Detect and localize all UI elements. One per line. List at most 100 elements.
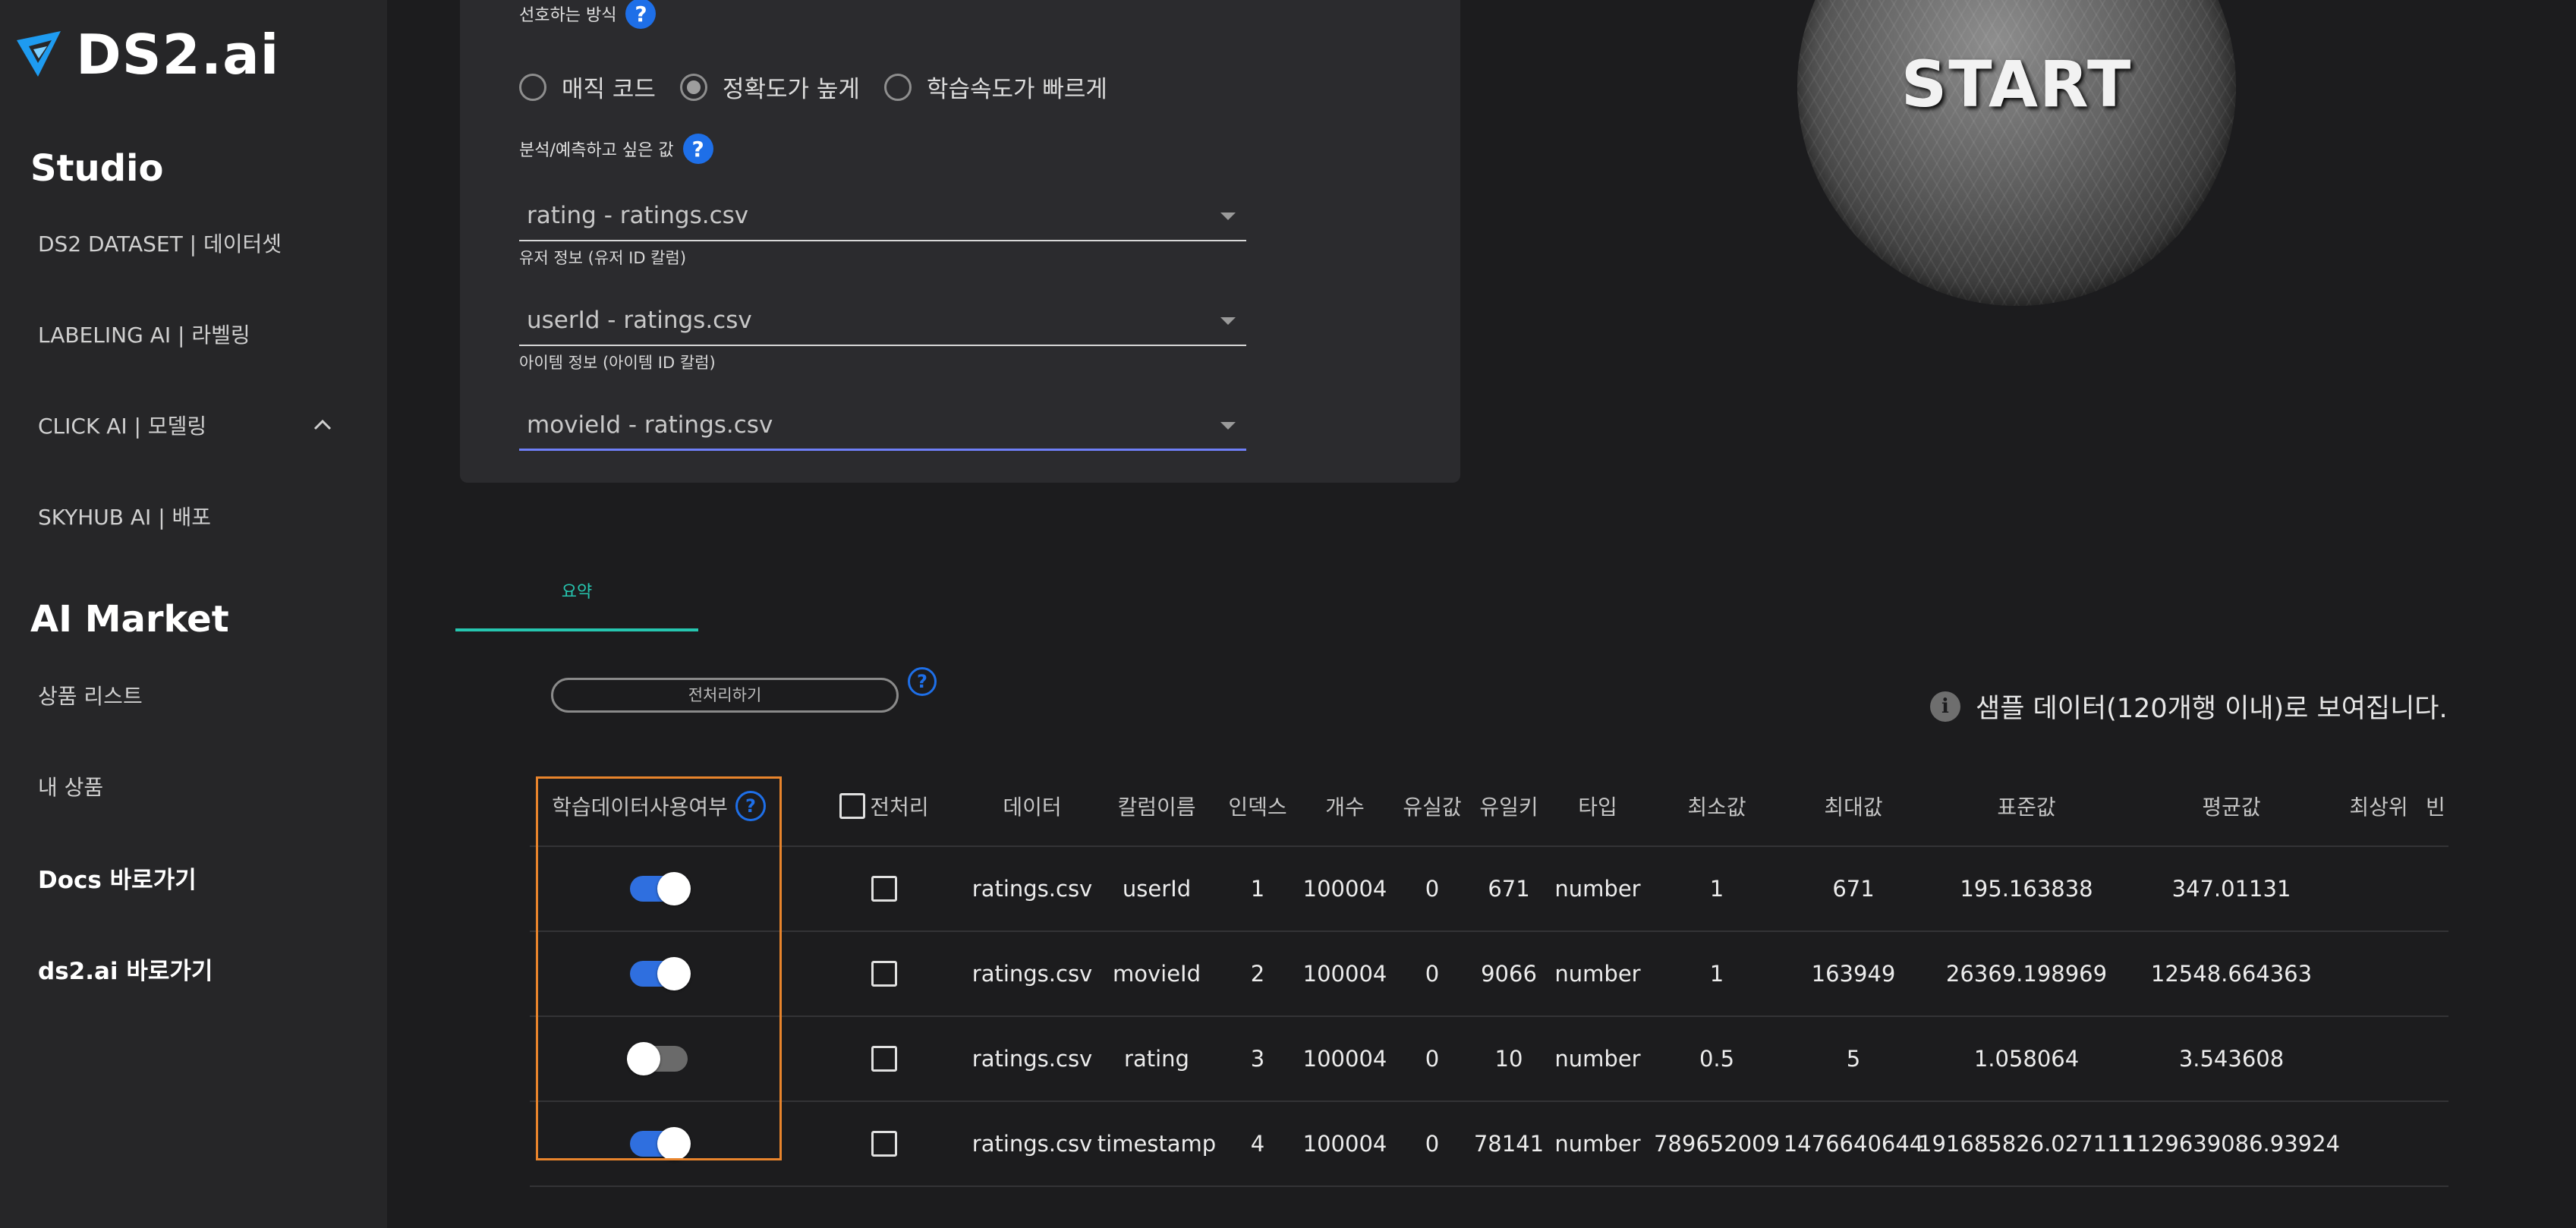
header-min: 최소값 [1687,795,1746,820]
cell-index: 1 [1250,876,1265,902]
header-missing: 유실값 [1403,795,1462,820]
target-select-value: rating - ratings.csv [527,202,749,229]
radio-fast-training[interactable]: 학습속도가 빠르게 [883,70,1107,104]
sidebar: DS2.ai Studio DS2 DATASET | 데이터셋 LABELIN… [0,0,387,1228]
cell-data: ratings.csv [972,961,1093,987]
sidebar-item-labeling-ai[interactable]: LABELING AI | 라벨링 [38,319,250,349]
cell-unique: 9066 [1481,961,1537,987]
cell-data: ratings.csv [972,1046,1093,1072]
cell-data: ratings.csv [972,876,1093,902]
cell-count: 100004 [1302,876,1387,902]
cell-unique: 10 [1494,1046,1523,1072]
method-label: 선호하는 방식 [519,6,617,25]
column-stats-table: 학습데이터사용여부 ? 전처리 데이터 칼럼이름 인덱스 개수 유실값 유일키 … [530,767,2448,1187]
brand-name: DS2.ai [76,23,280,87]
cell-type: number [1554,961,1641,987]
cell-column: userId [1122,876,1192,902]
preprocess-checkbox[interactable] [871,1131,897,1157]
target-select[interactable]: rating - ratings.csv [519,194,1246,241]
ds2-logo-icon [17,31,61,77]
radio-magic-code[interactable]: 매직 코드 [519,70,656,104]
preprocess-cell [835,932,934,1015]
sidebar-item-click-ai[interactable]: CLICK AI | 모델링 [38,410,206,440]
user-id-select[interactable]: userId - ratings.csv [519,299,1246,346]
cell-mean: 1129639086.93924 [2123,1131,2340,1157]
cell-std: 195.163838 [1960,876,2093,902]
radio-high-accuracy[interactable]: 정확도가 높게 [679,70,860,104]
item-id-select-value: movieId - ratings.csv [527,411,773,439]
help-icon[interactable]: ? [682,134,713,164]
preprocess-cell [835,1102,934,1185]
radio-checked-icon [679,73,707,101]
sample-notice-text: 샘플 데이터(120개행 이내)로 보여집니다. [1976,694,2448,724]
brand-logo[interactable]: DS2.ai [15,23,280,87]
table-row: ratings.csv movieId 2 100004 0 9066 numb… [530,932,2448,1017]
use-toggle-rating[interactable] [627,1042,688,1075]
cell-max: 163949 [1811,961,1896,987]
tab-summary[interactable]: 요약 [455,578,698,603]
preprocess-cell [835,1017,934,1100]
header-top: 최상위 [2349,795,2408,820]
header-use-label: 학습데이터사용여부 [552,795,728,820]
item-info-label: 아이템 정보 (아이템 ID 칼럼) [519,354,716,372]
header-mean: 평균값 [2202,795,2261,820]
radio-label: 정확도가 높게 [722,76,860,103]
cell-count: 100004 [1302,961,1387,987]
cell-type: number [1554,1046,1641,1072]
help-icon[interactable]: ? [908,667,937,696]
radio-circle-icon [883,73,912,101]
header-data: 데이터 [1003,795,1062,820]
use-toggle-cell [545,1102,773,1185]
cell-mean: 12548.664363 [2150,961,2313,987]
preprocess-checkbox[interactable] [871,961,897,987]
preprocess-checkbox[interactable] [871,1046,897,1072]
docs-link[interactable]: Docs 바로가기 [38,861,197,895]
cell-type: number [1554,876,1641,902]
cell-mean: 347.01131 [2171,876,2291,902]
sidebar-item-ds2-dataset[interactable]: DS2 DATASET | 데이터셋 [38,228,282,258]
preprocess-checkbox[interactable] [871,876,897,902]
chevron-up-icon[interactable] [311,414,334,436]
cell-column: movieId [1112,961,1201,987]
start-sphere[interactable] [1797,0,2236,306]
use-toggle-cell [545,932,773,1015]
use-toggle-cell [545,1017,773,1100]
select-all-checkbox[interactable] [839,793,866,819]
ds2ai-link[interactable]: ds2.ai 바로가기 [38,952,213,986]
table-header-row: 학습데이터사용여부 ? 전처리 데이터 칼럼이름 인덱스 개수 유실값 유일키 … [530,767,2448,847]
start-button[interactable]: START [1797,47,2236,121]
header-count: 개수 [1325,795,1365,820]
use-toggle-userid[interactable] [630,872,691,905]
dropdown-caret-icon [1220,213,1236,220]
radio-circle-icon [519,73,546,101]
info-icon: i [1930,691,1960,722]
toggle-knob [627,1042,660,1075]
cell-count: 100004 [1302,1046,1387,1072]
sidebar-item-my-products[interactable]: 내 상품 [38,771,103,801]
header-column: 칼럼이름 [1117,795,1196,820]
cell-missing: 0 [1425,961,1440,987]
item-id-select[interactable]: movieId - ratings.csv [519,404,1246,451]
use-toggle-movieid[interactable] [630,957,691,990]
header-preprocess: 전처리 [835,767,934,845]
header-preprocess-label: 전처리 [870,795,929,820]
radio-label: 학습속도가 빠르게 [926,76,1107,103]
method-radio-group: 매직 코드 정확도가 높게 학습속도가 빠르게 [519,70,1132,104]
cell-column: rating [1124,1046,1189,1072]
sidebar-item-skyhub-ai[interactable]: SKYHUB AI | 배포 [38,501,211,531]
use-toggle-timestamp[interactable] [630,1127,691,1160]
cell-min: 1 [1709,876,1724,902]
cell-data: ratings.csv [972,1131,1093,1157]
sidebar-item-product-list[interactable]: 상품 리스트 [38,680,143,710]
help-icon[interactable]: ? [735,791,766,821]
user-info-label: 유저 정보 (유저 ID 칼럼) [519,249,687,267]
cell-max: 671 [1832,876,1875,902]
dropdown-caret-icon [1220,422,1236,430]
cell-index: 3 [1250,1046,1265,1072]
cell-max: 1476640644 [1783,1131,1924,1157]
toggle-knob [657,872,691,905]
preprocess-button[interactable]: 전처리하기 [551,678,899,713]
cell-column: timestamp [1097,1131,1217,1157]
toggle-knob [657,957,691,990]
help-icon[interactable]: ? [625,0,657,29]
